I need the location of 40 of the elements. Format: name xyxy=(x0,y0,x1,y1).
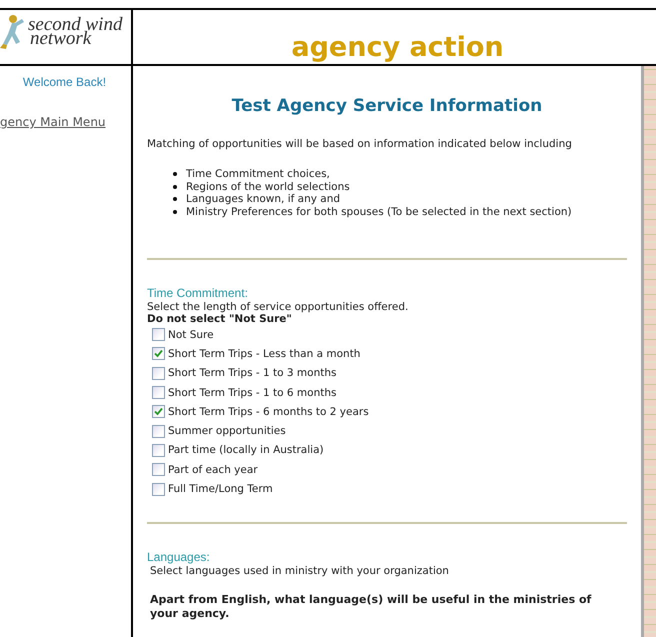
bullet-icon xyxy=(173,210,177,214)
checkbox[interactable] xyxy=(152,347,165,360)
checkbox-label: Summer opportunities xyxy=(168,425,286,438)
checkbox-label: Short Term Trips - 1 to 6 months xyxy=(168,386,336,399)
menu-link[interactable]: gency Main Menu xyxy=(0,115,131,129)
bullet-icon xyxy=(173,172,177,176)
checkbox-label: Full Time/Long Term xyxy=(168,483,273,496)
warning-text: Do not select "Not Sure" xyxy=(147,313,293,325)
logo-text: network xyxy=(30,32,92,46)
checkbox[interactable] xyxy=(152,386,165,400)
welcome-text: Welcome Back! xyxy=(22,74,108,89)
checkbox-label: Part of each year xyxy=(168,464,258,476)
bullet-icon xyxy=(173,184,177,189)
logo-text: second wind xyxy=(28,18,122,32)
checkbox-label: Short Term Trips - 1 to 3 months xyxy=(168,367,336,380)
runner-icon xyxy=(0,14,26,50)
section-label: Languages: xyxy=(147,550,211,564)
section-heading: Test Agency Service Information xyxy=(230,96,544,116)
list-item: Languages known, if any and xyxy=(186,193,340,206)
checkbox[interactable] xyxy=(152,405,165,418)
list-item: Ministry Preferences for both spouses (To be selected in the next section) xyxy=(186,206,572,218)
checkbox[interactable] xyxy=(152,328,165,342)
checkbox-label: Short Term Trips - Less than a month xyxy=(168,348,360,360)
checkbox[interactable] xyxy=(152,463,165,476)
checkbox-label: Part time (locally in Australia) xyxy=(168,444,324,456)
checkbox[interactable] xyxy=(152,482,165,496)
checkbox[interactable] xyxy=(152,444,165,457)
bullet-icon xyxy=(173,197,177,202)
checkbox-label: Not Sure xyxy=(168,328,214,341)
checkbox[interactable] xyxy=(152,366,165,380)
question-text: Apart from English, what language(s) will be useful in the ministries of your agency. xyxy=(149,592,592,621)
list-item: Regions of the world selections xyxy=(186,180,350,193)
list-item: Time Commitment choices, xyxy=(186,168,330,180)
checkbox[interactable] xyxy=(152,424,165,438)
page-title: agency action xyxy=(291,32,504,63)
instruction-text: Select languages used in ministry with your organization xyxy=(149,564,450,577)
checkbox-label: Short Term Trips - 6 months to 2 years xyxy=(168,406,369,418)
intro-text: Matching of opportunities will be based on information indicated below including xyxy=(147,138,573,150)
instruction-text: Select the length of service opportunities offered. xyxy=(147,301,410,313)
section-label: Time Commitment: xyxy=(147,286,249,300)
